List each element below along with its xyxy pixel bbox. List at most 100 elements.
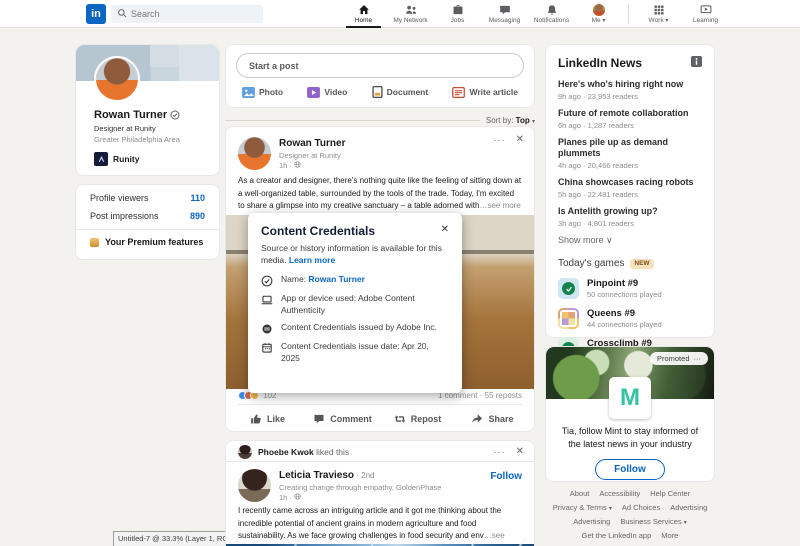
laptop-icon xyxy=(261,294,273,306)
avatar[interactable] xyxy=(238,445,252,459)
learning-icon xyxy=(700,4,712,16)
profile-location: Greater Philadelphia Area xyxy=(94,135,180,144)
follow-button[interactable]: Follow xyxy=(490,471,522,482)
bell-icon xyxy=(546,4,558,16)
profile-headline: Designer at Runity xyxy=(94,124,156,133)
photo-button[interactable]: Photo xyxy=(242,86,283,98)
games-title: Today's games xyxy=(558,258,624,269)
shield-check-icon xyxy=(261,275,273,287)
nav-me[interactable]: Me ▾ xyxy=(575,0,622,28)
jobs-icon xyxy=(452,4,464,16)
chevron-down-icon: ▾ xyxy=(532,119,535,125)
mint-logo[interactable]: M xyxy=(609,377,651,419)
like-button[interactable]: Like xyxy=(230,406,305,431)
profile-avatar[interactable] xyxy=(94,56,140,102)
premium-icon xyxy=(90,238,99,247)
news-item[interactable]: Here's who's hiring right now 9h ago · 2… xyxy=(558,79,702,101)
nav-notifications[interactable]: Notifications xyxy=(528,0,575,28)
avatar[interactable] xyxy=(238,469,271,502)
search-input[interactable] xyxy=(131,9,251,19)
post-author-headline: Creating change through empathy, GoldenP… xyxy=(279,483,441,492)
nav-work[interactable]: Work ▾ xyxy=(635,0,682,28)
ad-follow-button[interactable]: Follow xyxy=(595,459,665,480)
footer-link-advertising[interactable]: Advertising xyxy=(670,503,707,512)
nav-jobs[interactable]: Jobs xyxy=(434,0,481,28)
footer-link-business-services[interactable]: Business Services ▾ xyxy=(620,517,686,526)
post-action-bar: Like Comment Repost Share xyxy=(230,406,530,431)
nav-messaging[interactable]: Messaging xyxy=(481,0,528,28)
company-row[interactable]: Runity xyxy=(94,152,139,166)
post-author-name[interactable]: Rowan Turner xyxy=(279,138,345,149)
avatar[interactable] xyxy=(238,137,271,170)
nav-home[interactable]: Home xyxy=(340,0,387,28)
news-item[interactable]: China showcases racing robots 5h ago · 2… xyxy=(558,177,702,199)
write-article-icon xyxy=(452,87,465,98)
post-author-headline: Designer at Runity xyxy=(279,151,341,160)
comment-button[interactable]: Comment xyxy=(305,406,380,431)
feed-post-rowan: ··· ✕ Rowan Turner Designer at Runity 1h… xyxy=(225,126,535,432)
footer-link-help-center[interactable]: Help Center xyxy=(650,489,690,498)
cc-date-row: Content Credentials issue date: Apr 20, … xyxy=(261,341,449,364)
footer-link-ad-choices[interactable]: Ad Choices xyxy=(622,503,660,512)
profile-viewers-row[interactable]: Profile viewers 110 xyxy=(76,185,219,203)
footer-link-about[interactable]: About xyxy=(570,489,590,498)
sort-dropdown[interactable]: Sort by: Top ▾ xyxy=(486,116,535,125)
learn-more-link[interactable]: Learn more xyxy=(289,255,335,265)
game-queens[interactable]: Queens #9 44 connections played xyxy=(558,308,702,329)
promoted-badge[interactable]: Promoted··· xyxy=(650,352,708,365)
chevron-down-icon: ▾ xyxy=(609,506,612,512)
game-pinpoint[interactable]: Pinpoint #9 50 connections played xyxy=(558,278,702,299)
write-article-button[interactable]: Write article xyxy=(452,86,518,98)
nav-my-network[interactable]: My Network xyxy=(387,0,434,28)
nav-notifications-label: Notifications xyxy=(534,17,569,24)
footer-link-advertising-2[interactable]: Advertising xyxy=(573,517,610,526)
news-item[interactable]: Planes pile up as demand plummets 4h ago… xyxy=(558,137,702,170)
profile-name[interactable]: Rowan Turner xyxy=(94,109,180,121)
global-nav: Home My Network Jobs Messaging Notificat… xyxy=(340,0,729,28)
linkedin-logo[interactable]: in xyxy=(86,4,106,24)
footer-link-get-app[interactable]: Get the LinkedIn app xyxy=(582,531,652,540)
footer-link-privacy-terms[interactable]: Privacy & Terms ▾ xyxy=(553,503,612,512)
stat-label: Profile viewers xyxy=(90,193,149,203)
post-impressions-row[interactable]: Post impressions 890 xyxy=(76,203,219,221)
footer-link-more[interactable]: More xyxy=(661,531,678,540)
my-network-icon xyxy=(405,4,417,16)
cc-issued-row: Content Credentials issued by Adobe Inc. xyxy=(261,322,449,335)
calendar-icon xyxy=(261,342,273,354)
video-icon xyxy=(307,87,320,98)
nav-learning[interactable]: Learning xyxy=(682,0,729,28)
post-timestamp: 1h · xyxy=(279,161,301,170)
cc-close-button[interactable]: ✕ xyxy=(441,224,449,235)
photoshop-document-tab[interactable]: Untitled-7 @ 33.3% (Layer 1, RGB/8#) * xyxy=(113,531,226,546)
chevron-down-icon: ▾ xyxy=(665,18,668,24)
footer-link-accessibility[interactable]: Accessibility xyxy=(599,489,640,498)
nav-work-label: Work ▾ xyxy=(649,17,669,24)
repost-button[interactable]: Repost xyxy=(380,406,455,431)
post-dismiss-button[interactable]: ✕ xyxy=(516,446,524,457)
cc-name-link[interactable]: Rowan Turner xyxy=(308,274,365,284)
video-button[interactable]: Video xyxy=(307,86,347,98)
news-item[interactable]: Future of remote collaboration 6h ago · … xyxy=(558,108,702,130)
chevron-down-icon: ▾ xyxy=(684,520,687,526)
see-more-link[interactable]: …see more xyxy=(479,201,520,210)
globe-icon xyxy=(294,161,301,170)
profile-card[interactable]: Rowan Turner Designer at Runity Greater … xyxy=(75,44,220,176)
news-item[interactable]: Is Antelith growing up? 3h ago · 4,801 r… xyxy=(558,206,702,228)
post-overflow-button[interactable]: ··· xyxy=(494,447,506,457)
document-button[interactable]: Document xyxy=(372,86,429,98)
like-icon xyxy=(250,413,262,425)
post-author-name[interactable]: Leticia Travieso · 2nd xyxy=(279,470,375,481)
cc-name-row: Name: Rowan Turner xyxy=(261,274,449,287)
share-button[interactable]: Share xyxy=(455,406,530,431)
info-icon[interactable] xyxy=(691,54,702,72)
post-overflow-button[interactable]: ··· xyxy=(494,135,506,145)
start-post-button[interactable]: Start a post xyxy=(236,53,524,78)
linkedin-news-card: LinkedIn News Here's who's hiring right … xyxy=(545,44,715,338)
nav-me-label: Me ▾ xyxy=(592,17,606,24)
search-bar[interactable] xyxy=(111,5,263,23)
content-credentials-popup: Content Credentials ✕ Source or history … xyxy=(248,213,462,393)
premium-features-link[interactable]: Your Premium features xyxy=(76,230,219,247)
show-more-button[interactable]: Show more ∨ xyxy=(558,235,702,246)
post-dismiss-button[interactable]: ✕ xyxy=(516,134,524,145)
chevron-down-icon: ∨ xyxy=(606,235,613,245)
